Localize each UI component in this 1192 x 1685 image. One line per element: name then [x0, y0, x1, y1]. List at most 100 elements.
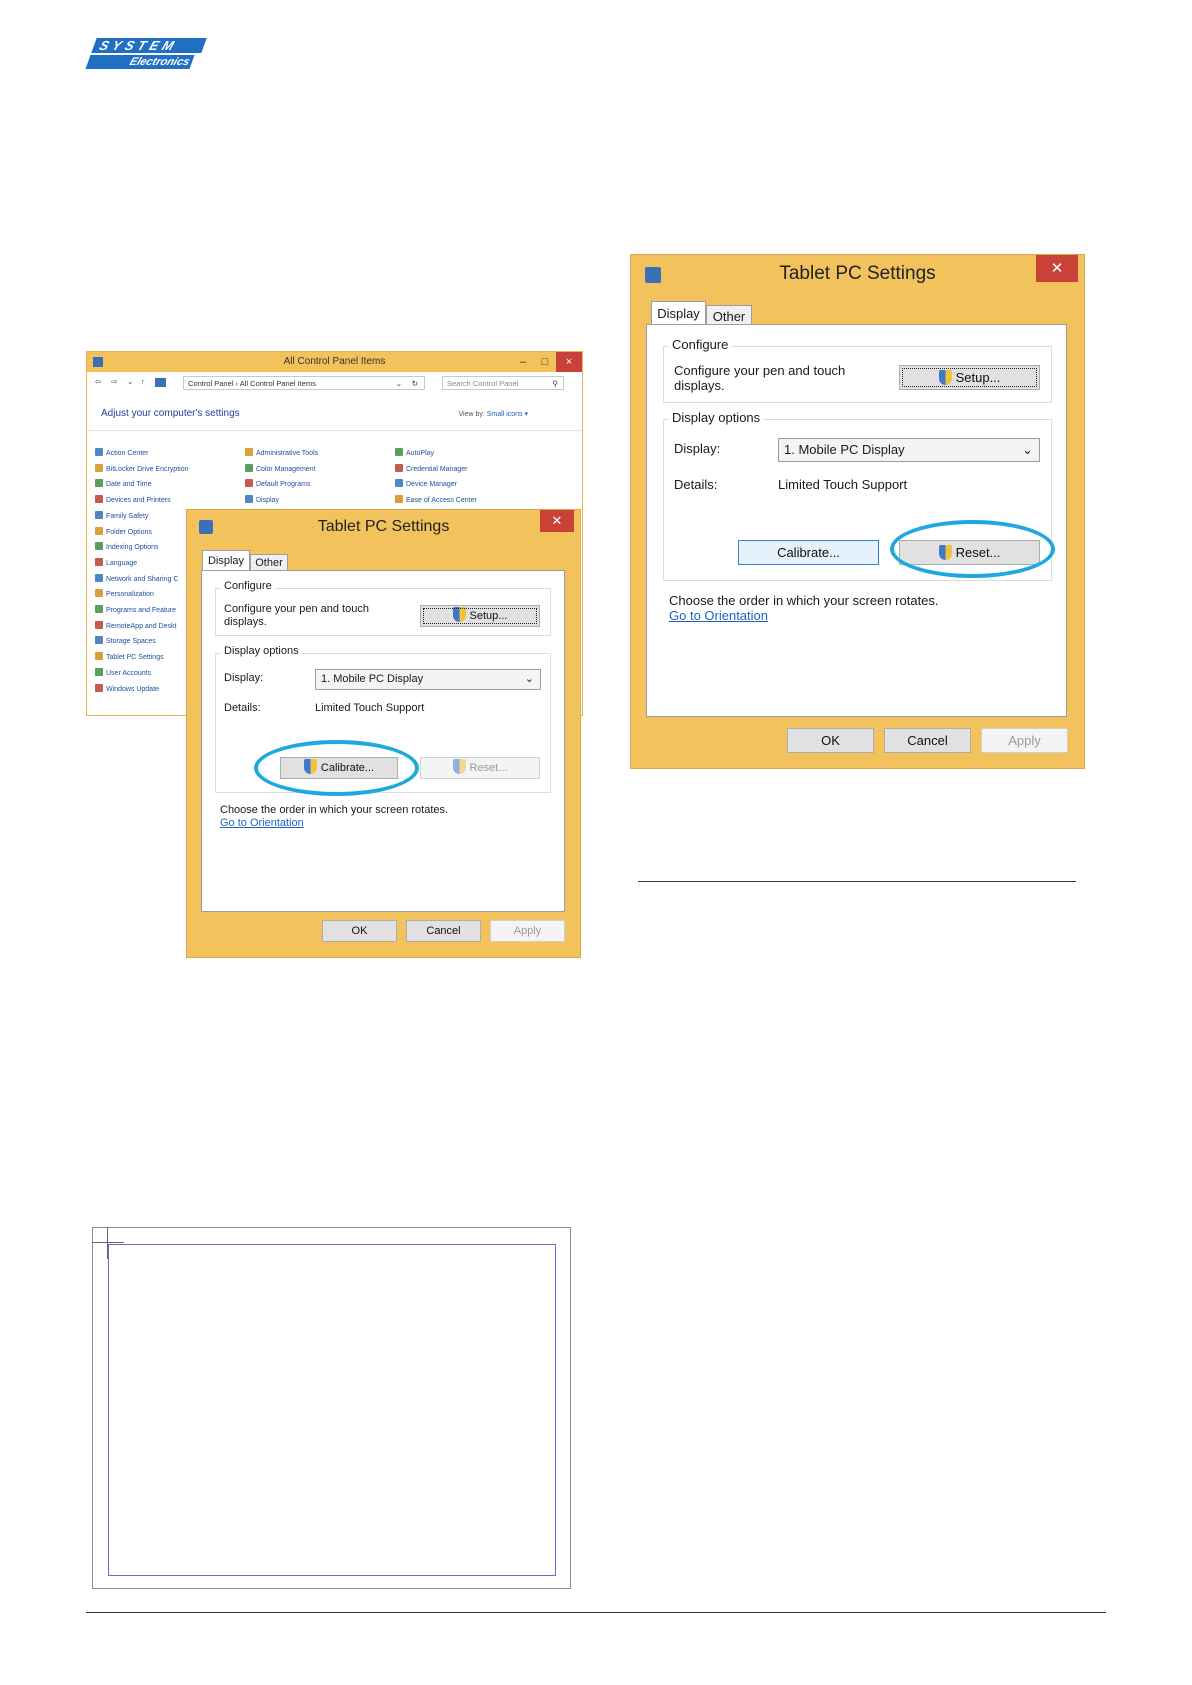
view-by-dropdown[interactable]: Small icons ▾ [487, 411, 528, 418]
back-icon[interactable]: ⇦ [95, 377, 101, 386]
display-options-label: Display options [221, 645, 302, 657]
view-by: View by: Small icons ▾ [458, 410, 528, 418]
control-panel-item[interactable]: Language [95, 557, 137, 567]
setup-button[interactable]: Setup... [420, 605, 540, 627]
tab-display[interactable]: Display [651, 301, 706, 326]
details-value: Limited Touch Support [315, 702, 425, 714]
control-panel-item[interactable]: Administrative Tools [245, 448, 318, 457]
control-panel-item-label: Programs and Feature [106, 607, 177, 614]
ok-button[interactable]: OK [787, 728, 874, 753]
display-select[interactable]: 1. Mobile PC Display ⌄ [315, 669, 541, 690]
control-panel-item[interactable]: Date and Time [95, 479, 152, 488]
search-input[interactable]: Search Control Panel ⚲ [442, 376, 564, 390]
control-panel-item-label: Personalization [106, 591, 154, 599]
address-path: Control Panel › All Control Panel Items [188, 379, 316, 388]
maximize-icon[interactable]: □ [534, 352, 556, 372]
control-panel-item[interactable]: Default Programs [245, 479, 310, 488]
orientation-link[interactable]: Go to Orientation [220, 817, 304, 829]
control-panel-item-icon [395, 463, 403, 472]
control-panel-item-icon [95, 526, 103, 535]
chevron-down-icon: ⌄ [1022, 442, 1033, 457]
control-panel-item-icon [95, 605, 103, 613]
rotation-text: Choose the order in which your screen ro… [220, 804, 449, 816]
control-panel-item-icon [95, 667, 103, 676]
divider [87, 430, 582, 431]
uac-shield-icon [938, 370, 952, 385]
page-heading: Adjust your computer's settings [101, 408, 240, 419]
control-panel-item-icon [245, 479, 253, 488]
control-panel-item[interactable]: Devices and Printers [95, 495, 171, 504]
tab-other[interactable]: Other [250, 554, 288, 571]
control-panel-item-label: AutoPlay [406, 450, 435, 457]
display-select-value: 1. Mobile PC Display [784, 442, 905, 457]
view-by-label: View by: [458, 411, 485, 418]
display-options-label: Display options [669, 410, 764, 425]
control-panel-item[interactable]: Windows Update [95, 683, 159, 693]
control-panel-item-icon [95, 589, 103, 598]
control-panel-item[interactable]: Family Safety [95, 510, 148, 520]
control-panel-item-label: Ease of Access Center [406, 497, 477, 505]
apply-button[interactable]: Apply [490, 920, 565, 942]
control-panel-item-icon [95, 620, 103, 629]
control-panel-item[interactable]: BitLocker Drive Encryption [95, 463, 188, 473]
control-panel-item[interactable]: Credential Manager [395, 463, 467, 473]
tab-panel: Configure Configure your pen and touch d… [201, 570, 565, 912]
ok-button[interactable]: OK [322, 920, 397, 942]
control-panel-item[interactable]: Programs and Feature [95, 605, 176, 614]
apply-button[interactable]: Apply [981, 728, 1068, 753]
details-label: Details: [224, 702, 261, 714]
reset-button[interactable]: Reset... [420, 757, 540, 779]
details-label: Details: [674, 477, 718, 492]
control-panel-item-label: Folder Options [106, 528, 152, 536]
control-panel-item[interactable]: AutoPlay [395, 448, 434, 457]
tab-display[interactable]: Display [202, 550, 250, 571]
refresh-icon[interactable]: ↻ [412, 377, 418, 391]
display-select-value: 1. Mobile PC Display [321, 673, 424, 685]
control-panel-item[interactable]: Display [245, 495, 279, 504]
search-icon: ⚲ [552, 379, 559, 388]
calibrate-button[interactable]: Calibrate... [738, 540, 879, 565]
uac-shield-icon [452, 607, 466, 622]
control-panel-item[interactable]: Personalization [95, 589, 154, 598]
control-panel-item[interactable]: Action Center [95, 448, 148, 457]
close-icon[interactable]: ✕ [540, 510, 574, 532]
control-panel-item-icon [95, 479, 103, 488]
control-panel-item-icon [95, 636, 103, 645]
display-label: Display: [224, 672, 264, 684]
address-dropdown-icon[interactable]: ⌄ [396, 377, 402, 391]
control-panel-item-icon [245, 463, 253, 472]
control-panel-item-icon [95, 542, 103, 551]
control-panel-item-icon [245, 495, 253, 504]
close-icon[interactable]: × [556, 352, 582, 372]
tablet-pc-dialog-right: Tablet PC Settings ✕ Display Other Confi… [630, 254, 1085, 769]
control-panel-title: All Control Panel Items [283, 356, 386, 367]
control-panel-item-icon [95, 557, 103, 566]
address-box[interactable]: Control Panel › All Control Panel Items … [183, 376, 425, 390]
control-panel-item-label: Color Management [256, 465, 316, 473]
control-panel-item[interactable]: Storage Spaces [95, 636, 156, 645]
control-panel-item[interactable]: Ease of Access Center [395, 495, 477, 504]
cancel-button[interactable]: Cancel [406, 920, 481, 942]
recent-pages-icon[interactable]: ⌄ [127, 377, 133, 386]
control-panel-item[interactable]: Tablet PC Settings [95, 652, 164, 661]
close-icon[interactable]: ✕ [1036, 255, 1078, 282]
tab-other[interactable]: Other [706, 305, 752, 326]
orientation-link[interactable]: Go to Orientation [669, 608, 768, 623]
control-panel-item-label: Windows Update [106, 685, 159, 693]
forward-icon[interactable]: ⇨ [111, 377, 117, 386]
setup-button-label: Setup... [469, 610, 508, 622]
control-panel-item[interactable]: User Accounts [95, 667, 151, 677]
control-panel-item[interactable]: Indexing Options [95, 542, 159, 551]
dialog-title: Tablet PC Settings [779, 263, 936, 284]
control-panel-item[interactable]: Folder Options [95, 526, 152, 536]
minimize-icon[interactable]: – [512, 352, 534, 372]
cancel-button[interactable]: Cancel [884, 728, 971, 753]
setup-button[interactable]: Setup... [899, 365, 1040, 390]
control-panel-item-label: Action Center [106, 450, 149, 457]
control-panel-item[interactable]: Network and Sharing C [95, 573, 178, 583]
display-select[interactable]: 1. Mobile PC Display ⌄ [778, 438, 1040, 462]
up-icon[interactable]: ↑ [141, 377, 145, 386]
control-panel-item[interactable]: RemoteApp and Deskt [95, 620, 176, 630]
control-panel-item[interactable]: Color Management [245, 463, 316, 473]
control-panel-item[interactable]: Device Manager [395, 479, 457, 488]
